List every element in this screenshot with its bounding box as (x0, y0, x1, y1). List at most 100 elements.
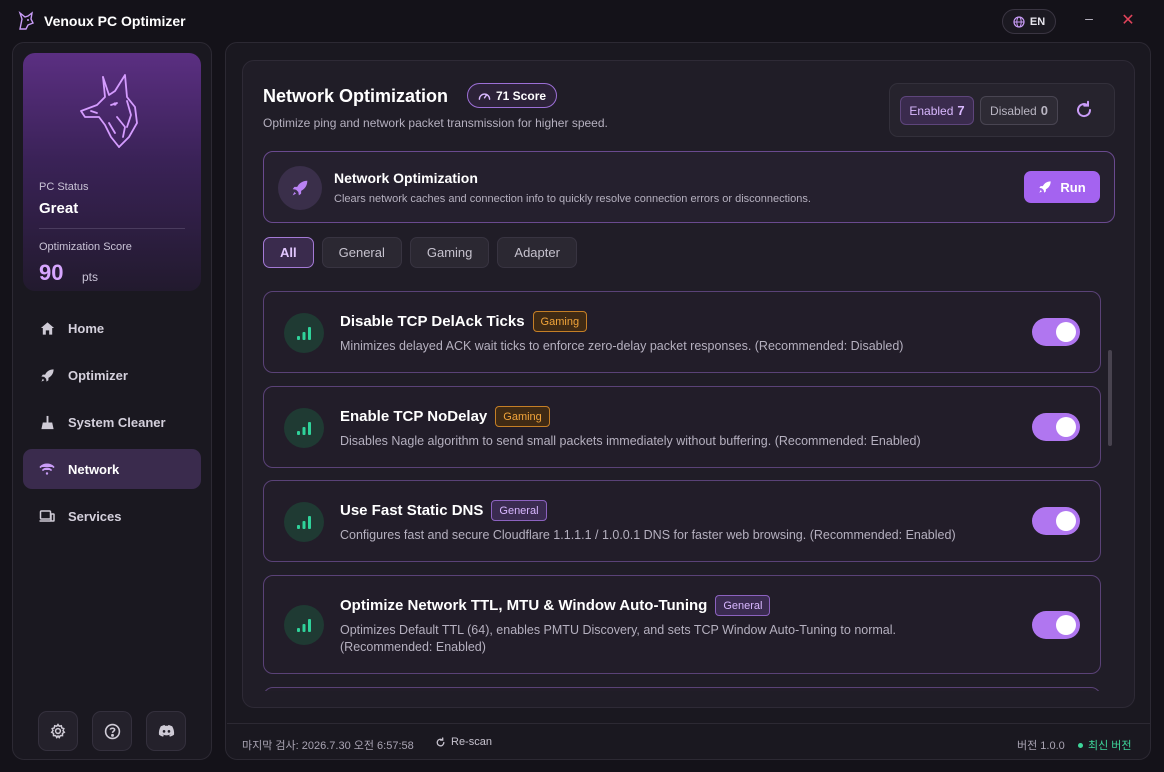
wifi-icon (39, 461, 55, 477)
rescan-label: Re-scan (451, 736, 492, 748)
devices-icon (39, 508, 55, 524)
optimization-score-value: 90 (39, 260, 64, 285)
item-description: Optimizes Default TTL (64), enables PMTU… (340, 622, 1000, 656)
signal-bars-icon (284, 502, 324, 542)
sidebar-item-network[interactable]: Network (23, 449, 201, 489)
run-card-title: Network Optimization (334, 170, 478, 186)
wolf-logo-icon (80, 74, 138, 148)
optimization-score-label: Optimization Score (39, 241, 132, 253)
disabled-count: 0 (1040, 103, 1048, 118)
discord-button[interactable] (146, 711, 186, 751)
pc-status-value: Great (39, 200, 79, 217)
divider (39, 228, 185, 229)
tab-gaming[interactable]: Gaming (409, 237, 490, 268)
toggle-knob (1056, 322, 1076, 342)
toggle-switch[interactable] (1032, 611, 1080, 639)
toggle-switch[interactable] (1032, 318, 1080, 346)
run-optimization-card: Network Optimization Clears network cach… (263, 151, 1115, 223)
rescan-button[interactable]: Re-scan (435, 736, 492, 748)
rocket-icon (39, 367, 55, 383)
score-badge-label: 71 Score (496, 88, 547, 103)
disabled-label: Disabled (990, 103, 1037, 118)
item-title: Disable TCP DelAck Ticks Gaming (340, 311, 588, 332)
item-title-text: Enable TCP NoDelay (340, 408, 488, 425)
sidebar: PC Status Great Optimization Score 90 pt… (12, 42, 212, 760)
tab-all[interactable]: All (263, 237, 314, 268)
run-button[interactable]: Run (1024, 171, 1100, 203)
sidebar-item-label: Services (68, 508, 122, 524)
list-item (263, 687, 1101, 691)
item-title-text: Disable TCP DelAck Ticks (340, 313, 525, 330)
latest-version-label: 최신 버전 (1088, 740, 1132, 752)
sidebar-item-label: Network (68, 461, 120, 477)
network-panel: Network Optimization 71 Score Optimize p… (242, 60, 1135, 708)
signal-bars-icon (284, 313, 324, 353)
status-dot (1078, 742, 1083, 748)
item-description-line: Optimizes Default TTL (64), enables PMTU… (340, 623, 897, 637)
rocket-icon (292, 180, 308, 196)
gauge-icon (478, 93, 491, 100)
tab-general[interactable]: General (321, 237, 402, 268)
toggle-switch[interactable] (1032, 507, 1080, 535)
close-button[interactable]: ✕ (1120, 10, 1136, 30)
sidebar-item-services[interactable]: Services (23, 496, 201, 536)
item-title: Use Fast Static DNS General (340, 500, 547, 521)
broom-icon (39, 414, 55, 430)
run-card-icon (278, 166, 322, 210)
latest-version-badge: 최신 버전 (1078, 737, 1132, 753)
tag-badge: Gaming (495, 406, 550, 427)
sidebar-item-label: Home (68, 320, 105, 336)
category-tabs: All General Gaming Adapter (263, 237, 577, 268)
list-scrollbar[interactable] (1108, 350, 1112, 446)
help-icon (104, 723, 120, 739)
tag-badge: Gaming (532, 311, 588, 332)
list-item: Use Fast Static DNS General Configures f… (263, 480, 1101, 562)
item-title-text: Use Fast Static DNS (340, 502, 484, 519)
item-description: Minimizes delayed ACK wait ticks to enfo… (340, 339, 904, 353)
list-item: Enable TCP NoDelay Gaming Disables Nagle… (263, 386, 1101, 468)
enabled-count-badge: Enabled 7 (900, 96, 974, 125)
sidebar-item-system-cleaner[interactable]: System Cleaner (23, 402, 201, 442)
toggle-knob (1056, 615, 1076, 635)
toggle-knob (1056, 417, 1076, 437)
settings-button[interactable] (38, 711, 78, 751)
item-description: Configures fast and secure Cloudflare 1.… (340, 528, 956, 542)
sidebar-item-optimizer[interactable]: Optimizer (23, 355, 201, 395)
item-description: Disables Nagle algorithm to send small p… (340, 434, 921, 448)
page-title: Network Optimization (263, 86, 449, 106)
discord-icon (158, 724, 174, 737)
sidebar-nav: Home Optimizer System Cleaner Network Se… (23, 308, 201, 543)
status-bar: 마지막 검사: 2026.7.30 오전 6:57:58 Re-scan 버전 … (227, 723, 1151, 759)
list-item: Optimize Network TTL, MTU & Window Auto-… (263, 575, 1101, 674)
main-area: Network Optimization 71 Score Optimize p… (225, 42, 1151, 760)
pc-status-card: PC Status Great Optimization Score 90 pt… (23, 53, 201, 291)
app-title: Venoux PC Optimizer (44, 13, 186, 29)
disabled-count-badge: Disabled 0 (980, 96, 1058, 125)
enabled-count: 7 (957, 103, 965, 118)
score-badge: 71 Score (467, 83, 558, 108)
enabled-label: Enabled (909, 103, 954, 118)
tag-badge: General (715, 595, 771, 616)
toggle-switch[interactable] (1032, 413, 1080, 441)
run-button-label: Run (1060, 179, 1086, 195)
toggle-knob (1056, 511, 1076, 531)
version-text: 버전 1.0.0 (1017, 740, 1065, 752)
minimize-button[interactable]: – (1082, 10, 1096, 30)
status-counter: Enabled 7 Disabled 0 (889, 83, 1115, 137)
list-item: Disable TCP DelAck Ticks Gaming Minimize… (263, 291, 1101, 373)
item-title: Optimize Network TTL, MTU & Window Auto-… (340, 595, 771, 616)
tab-adapter[interactable]: Adapter (497, 237, 577, 268)
rocket-icon (1039, 181, 1052, 193)
settings-icon (50, 723, 66, 739)
optimization-list: Disable TCP DelAck Ticks Gaming Minimize… (263, 291, 1103, 691)
optimization-score-unit: pts (82, 270, 99, 284)
item-title: Enable TCP NoDelay Gaming (340, 406, 550, 427)
language-label: EN (1029, 15, 1046, 28)
sidebar-item-home[interactable]: Home (23, 308, 201, 348)
refresh-icon[interactable] (1074, 100, 1094, 120)
signal-bars-icon (284, 408, 324, 448)
language-button[interactable]: EN (1002, 9, 1056, 34)
item-title-text: Optimize Network TTL, MTU & Window Auto-… (340, 597, 708, 614)
help-button[interactable] (92, 711, 132, 751)
home-icon (39, 320, 55, 336)
